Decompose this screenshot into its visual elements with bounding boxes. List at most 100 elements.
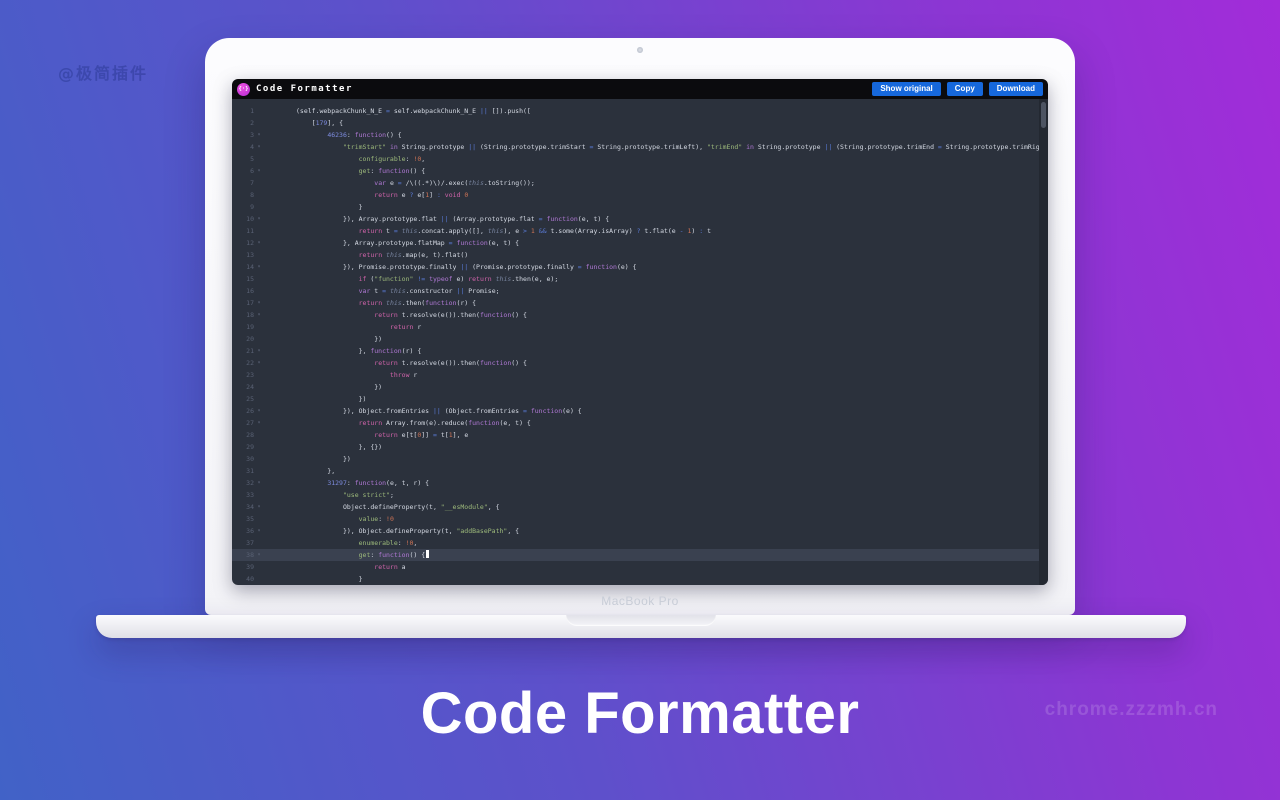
chevron-down-icon[interactable]: ▾ <box>254 501 264 513</box>
fold-spacer <box>254 177 264 189</box>
line-number: 23 <box>232 369 254 381</box>
chevron-down-icon[interactable]: ▾ <box>254 525 264 537</box>
code-line[interactable]: 3▾ 46236: function() { <box>232 129 1048 141</box>
chevron-down-icon[interactable]: ▾ <box>254 261 264 273</box>
code-line[interactable]: 7 var e = /\((.*)\)/.exec(this.toString(… <box>232 177 1048 189</box>
code-text: (self.webpackChunk_N_E = self.webpackChu… <box>264 105 531 117</box>
chevron-down-icon[interactable]: ▾ <box>254 549 264 561</box>
line-number: 20 <box>232 333 254 345</box>
fold-spacer <box>254 321 264 333</box>
code-line[interactable]: 5 configurable: !0, <box>232 153 1048 165</box>
code-text: "use strict"; <box>264 489 394 501</box>
chevron-down-icon[interactable]: ▾ <box>254 213 264 225</box>
code-line[interactable]: 12▾ }, Array.prototype.flatMap = functio… <box>232 237 1048 249</box>
code-line[interactable]: 16 var t = this.constructor || Promise; <box>232 285 1048 297</box>
chevron-down-icon[interactable]: ▾ <box>254 405 264 417</box>
scrollbar-thumb[interactable] <box>1041 102 1046 128</box>
code-line[interactable]: 17▾ return this.then(function(r) { <box>232 297 1048 309</box>
code-text: "trimStart" in String.prototype || (Stri… <box>264 141 1048 153</box>
code-line[interactable]: 21▾ }, function(r) { <box>232 345 1048 357</box>
code-line[interactable]: 2 [179], { <box>232 117 1048 129</box>
code-line[interactable]: 11 return t = this.concat.apply([], this… <box>232 225 1048 237</box>
code-text: var t = this.constructor || Promise; <box>264 285 500 297</box>
code-line[interactable]: 1 (self.webpackChunk_N_E = self.webpackCh… <box>232 105 1048 117</box>
download-button[interactable]: Download <box>989 82 1043 96</box>
chevron-down-icon[interactable]: ▾ <box>254 477 264 489</box>
code-line[interactable]: 25 }) <box>232 393 1048 405</box>
laptop-deck <box>96 615 1186 638</box>
code-line[interactable]: 36▾ }), Object.defineProperty(t, "addBas… <box>232 525 1048 537</box>
fold-spacer <box>254 381 264 393</box>
code-line[interactable]: 19 return r <box>232 321 1048 333</box>
code-line[interactable]: 24 }) <box>232 381 1048 393</box>
chevron-down-icon[interactable]: ▾ <box>254 165 264 177</box>
code-line[interactable]: 38▾ get: function() { <box>232 549 1048 561</box>
fold-spacer <box>254 201 264 213</box>
fold-spacer <box>254 225 264 237</box>
code-line[interactable]: 20 }) <box>232 333 1048 345</box>
code-line[interactable]: 29 }, {}) <box>232 441 1048 453</box>
chevron-down-icon[interactable]: ▾ <box>254 129 264 141</box>
code-line[interactable]: 32▾ 31297: function(e, t, r) { <box>232 477 1048 489</box>
code-line[interactable]: 40 } <box>232 573 1048 585</box>
code-line[interactable]: 8 return e ? e[1] : void 0 <box>232 189 1048 201</box>
code-line[interactable]: 39 return a <box>232 561 1048 573</box>
code-line[interactable]: 27▾ return Array.from(e).reduce(function… <box>232 417 1048 429</box>
fold-spacer <box>254 537 264 549</box>
code-line[interactable]: 35 value: !0 <box>232 513 1048 525</box>
line-number: 24 <box>232 381 254 393</box>
fold-spacer <box>254 513 264 525</box>
line-number: 29 <box>232 441 254 453</box>
line-number: 1 <box>232 105 254 117</box>
chevron-down-icon[interactable]: ▾ <box>254 297 264 309</box>
code-line[interactable]: 4▾ "trimStart" in String.prototype || (S… <box>232 141 1048 153</box>
code-editor[interactable]: 1 (self.webpackChunk_N_E = self.webpackCh… <box>232 99 1048 585</box>
code-line[interactable]: 6▾ get: function() { <box>232 165 1048 177</box>
line-number: 36 <box>232 525 254 537</box>
watermark-top-left: @极简插件 <box>58 60 148 84</box>
code-line[interactable]: 15 if ("function" != typeof e) return th… <box>232 273 1048 285</box>
code-line[interactable]: 10▾ }), Array.prototype.flat || (Array.p… <box>232 213 1048 225</box>
code-line[interactable]: 30 }) <box>232 453 1048 465</box>
code-line[interactable]: 28 return e[t[0]] = t[1], e <box>232 429 1048 441</box>
code-line[interactable]: 14▾ }), Promise.prototype.finally || (Pr… <box>232 261 1048 273</box>
line-number: 16 <box>232 285 254 297</box>
scrollbar[interactable] <box>1039 99 1048 585</box>
code-line[interactable]: 9 } <box>232 201 1048 213</box>
show-original-button[interactable]: Show original <box>872 82 940 96</box>
chevron-down-icon[interactable]: ▾ <box>254 417 264 429</box>
code-line[interactable]: 31 }, <box>232 465 1048 477</box>
code-line[interactable]: 13 return this.map(e, t).flat() <box>232 249 1048 261</box>
fold-spacer <box>254 333 264 345</box>
line-number: 21 <box>232 345 254 357</box>
line-number: 18 <box>232 309 254 321</box>
line-number: 27 <box>232 417 254 429</box>
chevron-down-icon[interactable]: ▾ <box>254 141 264 153</box>
code-text: return this.then(function(r) { <box>264 297 476 309</box>
chevron-down-icon[interactable]: ▾ <box>254 237 264 249</box>
fold-spacer <box>254 369 264 381</box>
chevron-down-icon[interactable]: ▾ <box>254 345 264 357</box>
code-text: return a <box>264 561 406 573</box>
code-line[interactable]: 33 "use strict"; <box>232 489 1048 501</box>
code-line[interactable]: 37 enumerable: !0, <box>232 537 1048 549</box>
code-text: get: function() { <box>264 165 425 177</box>
chevron-down-icon[interactable]: ▾ <box>254 309 264 321</box>
code-line[interactable]: 22▾ return t.resolve(e()).then(function(… <box>232 357 1048 369</box>
line-number: 8 <box>232 189 254 201</box>
code-text: return Array.from(e).reduce(function(e, … <box>264 417 531 429</box>
line-number: 15 <box>232 273 254 285</box>
fold-spacer <box>254 153 264 165</box>
fold-spacer <box>254 189 264 201</box>
fold-spacer <box>254 561 264 573</box>
code-line[interactable]: 18▾ return t.resolve(e()).then(function(… <box>232 309 1048 321</box>
line-number: 10 <box>232 213 254 225</box>
code-line[interactable]: 26▾ }), Object.fromEntries || (Object.fr… <box>232 405 1048 417</box>
code-line[interactable]: 23 throw r <box>232 369 1048 381</box>
chevron-down-icon[interactable]: ▾ <box>254 357 264 369</box>
code-text: 46236: function() { <box>264 129 402 141</box>
code-line[interactable]: 34▾ Object.defineProperty(t, "__esModule… <box>232 501 1048 513</box>
line-number: 39 <box>232 561 254 573</box>
copy-button[interactable]: Copy <box>947 82 983 96</box>
laptop-screen: {·} Code Formatter Show original Copy Do… <box>205 38 1075 615</box>
